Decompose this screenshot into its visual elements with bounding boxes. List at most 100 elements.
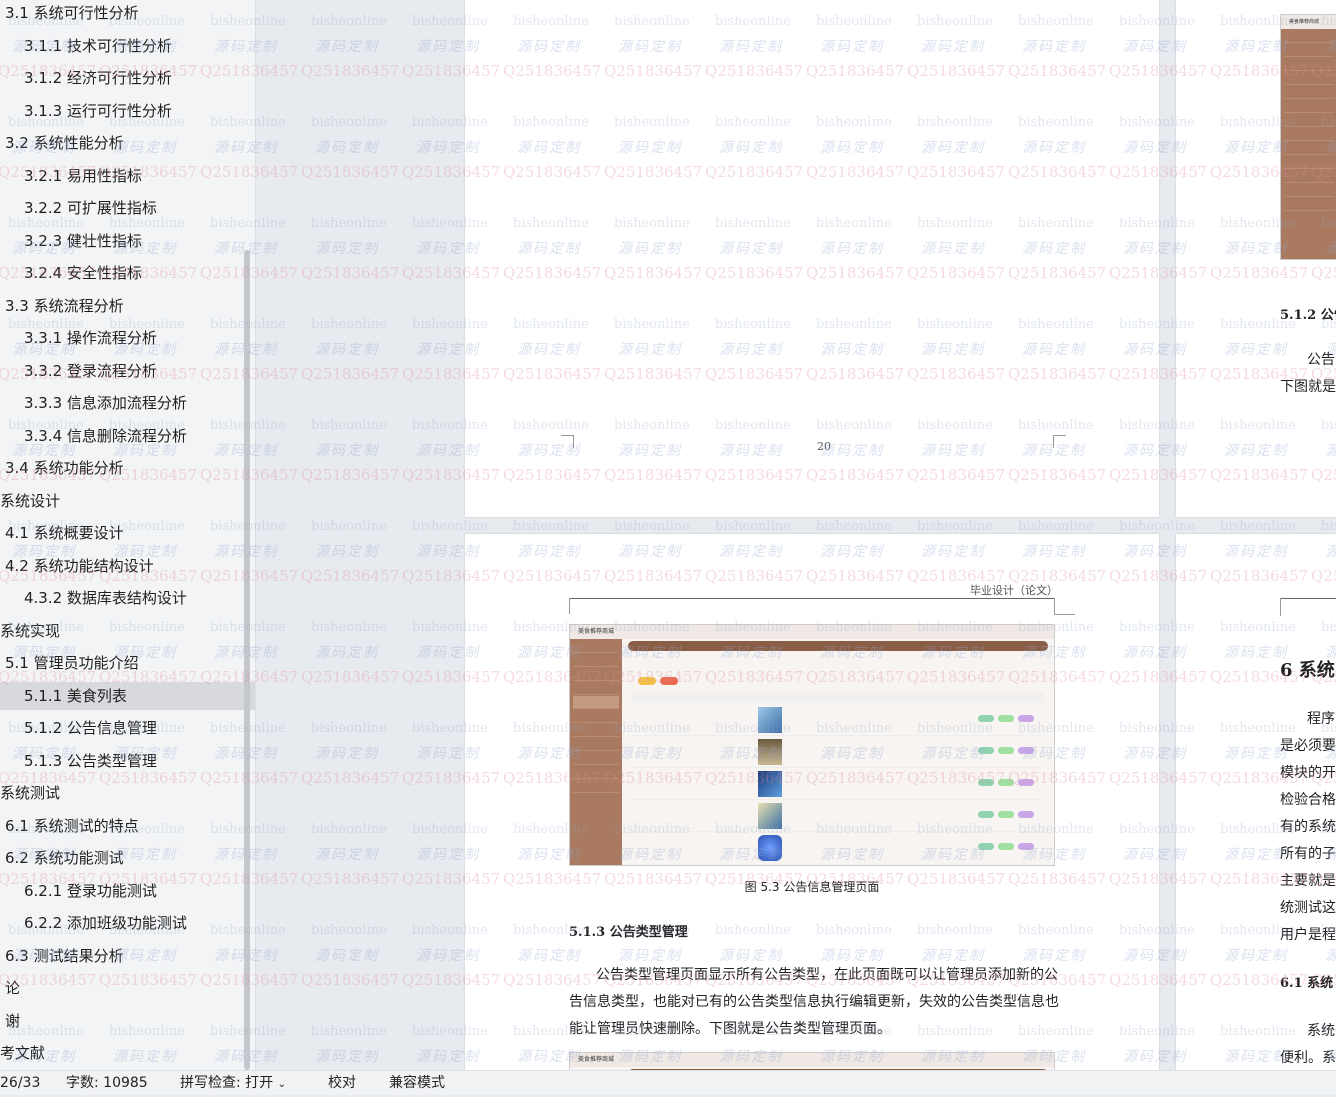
table-row: [632, 705, 1044, 736]
figure-screenshot: 美食推荐商城: [569, 624, 1055, 866]
toc-item[interactable]: 3.3.2 登录流程分析: [0, 357, 255, 385]
paragraph-line-1: 公告类型管理页面显示所有公告类型，在此页面既可以让管理员添加新的公: [596, 967, 1058, 983]
paragraph-line-2: 告信息类型，也能对已有的公告类型信息执行编辑更新，失效的公告类型信息也: [569, 994, 1059, 1010]
toc-item[interactable]: 5.1 管理员功能介绍: [0, 649, 245, 677]
right-text: 公告: [1307, 352, 1335, 368]
right-section-61: 6.1 系统: [1280, 976, 1334, 991]
toc-item[interactable]: 3.3.4 信息删除流程分析: [0, 422, 255, 450]
status-bar: 26/33 字数: 10985 拼写检查: 打开 ⌄ 校对 兼容模式: [0, 1070, 1336, 1095]
toc-item[interactable]: 3.1.3 运行可行性分析: [0, 97, 255, 125]
document-area[interactable]: 20 毕业设计（论文） 美食推荐商城 图 5.3 公告信息管理页面 5.1.3 …: [256, 0, 1336, 1070]
crop-mark: [561, 435, 574, 448]
right-text: 有的系统: [1280, 819, 1336, 835]
toc-item[interactable]: 3.1.1 技术可行性分析: [0, 32, 255, 60]
toc-item[interactable]: 5.1.1 美食列表: [0, 681, 255, 710]
page-number: 20: [817, 440, 831, 453]
chapter-6-title: 6 系统: [1280, 660, 1335, 681]
toc-item[interactable]: 系统实现: [0, 617, 240, 645]
toc-item[interactable]: 3.2 系统性能分析: [0, 129, 245, 157]
word-count[interactable]: 字数: 10985: [66, 1071, 148, 1095]
table-row: [632, 801, 1044, 832]
toc-item[interactable]: 系统设计: [0, 487, 240, 515]
app-title: 美食推荐商城: [1281, 15, 1336, 29]
app-sidebar: [1281, 29, 1336, 259]
table-row: [632, 737, 1044, 768]
right-text: 检验合格: [1280, 792, 1336, 808]
toc-item[interactable]: 4.2 系统功能结构设计: [0, 552, 245, 580]
spell-check-label: 拼写检查: 打开: [180, 1075, 274, 1091]
add-tag: [638, 677, 656, 685]
app-sidebar: [570, 639, 622, 865]
table-row: [632, 833, 1044, 863]
crop-mark: [1053, 435, 1066, 448]
toc-scrollbar[interactable]: [244, 250, 250, 1070]
toc-item[interactable]: 3.4 系统功能分析: [0, 454, 245, 482]
right-text: 模块的开: [1280, 765, 1336, 781]
spell-check-toggle[interactable]: 拼写检查: 打开 ⌄: [180, 1071, 286, 1097]
app-title: 美食推荐商城: [570, 625, 1054, 639]
row-thumbnail: [758, 771, 782, 797]
page-right-lower: 6 系统 程序 是必须要 模块的开 检验合格 有的系统 所有的子 主要就是 统测试这 用户是程 …: [1176, 534, 1336, 1070]
right-figure: 美食推荐商城: [1280, 14, 1336, 260]
crop-mark: [1268, 598, 1281, 616]
toc-item[interactable]: 考文献: [0, 1039, 240, 1067]
toc-item[interactable]: 6.2.2 添加班级功能测试: [0, 909, 255, 937]
crop-mark: [1054, 598, 1075, 615]
right-text: 下图就是: [1280, 379, 1336, 395]
right-text: 主要就是: [1280, 873, 1336, 889]
right-text: 所有的子: [1280, 846, 1336, 862]
figure-caption: 图 5.3 公告信息管理页面: [744, 880, 880, 894]
toc-item[interactable]: 3.1 系统可行性分析: [0, 0, 245, 27]
row-thumbnail: [758, 707, 782, 733]
chevron-down-icon: ⌄: [277, 1079, 287, 1090]
toc-item[interactable]: 5.1.3 公告类型管理: [0, 747, 255, 775]
toc-item[interactable]: 3.1.2 经济可行性分析: [0, 64, 255, 92]
right-text: 便利。系: [1280, 1050, 1336, 1066]
toc-item[interactable]: 系统测试: [0, 779, 240, 807]
page-header-text: 毕业设计（论文）: [970, 584, 1058, 597]
paragraph-line-3: 能让管理员快速删除。下图就是公告类型管理页面。: [569, 1021, 891, 1037]
toc-item[interactable]: 3.3.1 操作流程分析: [0, 324, 255, 352]
page-indicator[interactable]: 26/33: [0, 1071, 40, 1095]
toc-item[interactable]: 3.2.3 健壮性指标: [0, 227, 255, 255]
row-thumbnail: [758, 739, 782, 765]
figure-screenshot-next: 美食推荐商城: [569, 1052, 1055, 1070]
table-header: [632, 693, 1044, 703]
row-thumbnail: [758, 803, 782, 829]
toc-item[interactable]: 6.1 系统测试的特点: [0, 812, 245, 840]
toc-item[interactable]: 6.2 系统功能测试: [0, 844, 245, 872]
right-text: 系统: [1307, 1023, 1335, 1039]
toc-item[interactable]: 3.2.4 安全性指标: [0, 259, 255, 287]
header-rule: [1280, 598, 1336, 599]
page-upper: 20: [465, 0, 1159, 517]
right-text: 程序: [1307, 711, 1335, 727]
toc-item[interactable]: 4.1 系统概要设计: [0, 519, 245, 547]
right-text: 统测试这: [1280, 900, 1336, 916]
toc-item[interactable]: 4.3.2 数据库表结构设计: [0, 584, 255, 612]
toc-item[interactable]: 论: [0, 974, 245, 1002]
right-text: 是必须要: [1280, 738, 1336, 754]
app-title: 美食推荐商城: [570, 1053, 1054, 1067]
toc-item[interactable]: 3.2.1 易用性指标: [0, 162, 255, 190]
header-rule: [569, 598, 1054, 599]
right-section-512: 5.1.2 公告: [1280, 308, 1336, 323]
toc-item[interactable]: 3.3.3 信息添加流程分析: [0, 389, 255, 417]
row-thumbnail: [758, 835, 782, 861]
app-header-bar: [628, 641, 1048, 651]
section-title: 5.1.3 公告类型管理: [569, 925, 688, 940]
toc-sidebar: 3.1 系统可行性分析 3.1.1 技术可行性分析 3.1.2 经济可行性分析 3.1…: [0, 0, 256, 1070]
page-lower: 毕业设计（论文） 美食推荐商城 图 5.3 公告信息管理页面 5.1.3 公告类…: [465, 534, 1159, 1070]
toc-item[interactable]: 3.2.2 可扩展性指标: [0, 194, 255, 222]
table-row: [632, 769, 1044, 800]
page-right-upper: 美食推荐商城 5.1.2 公告 公告 下图就是: [1176, 0, 1336, 517]
compat-mode-label: 兼容模式: [389, 1075, 445, 1091]
toc-item[interactable]: 5.1.2 公告信息管理: [0, 714, 255, 742]
proofread-button[interactable]: 校对: [328, 1071, 356, 1095]
delete-tag: [660, 677, 678, 685]
toc-item[interactable]: 6.3 测试结果分析: [0, 942, 245, 970]
toc-item[interactable]: 6.2.1 登录功能测试: [0, 877, 255, 905]
right-text: 用户是程: [1280, 927, 1336, 943]
toc-item[interactable]: 3.3 系统流程分析: [0, 292, 245, 320]
crop-mark: [557, 598, 570, 614]
toc-item[interactable]: 谢: [0, 1007, 245, 1035]
